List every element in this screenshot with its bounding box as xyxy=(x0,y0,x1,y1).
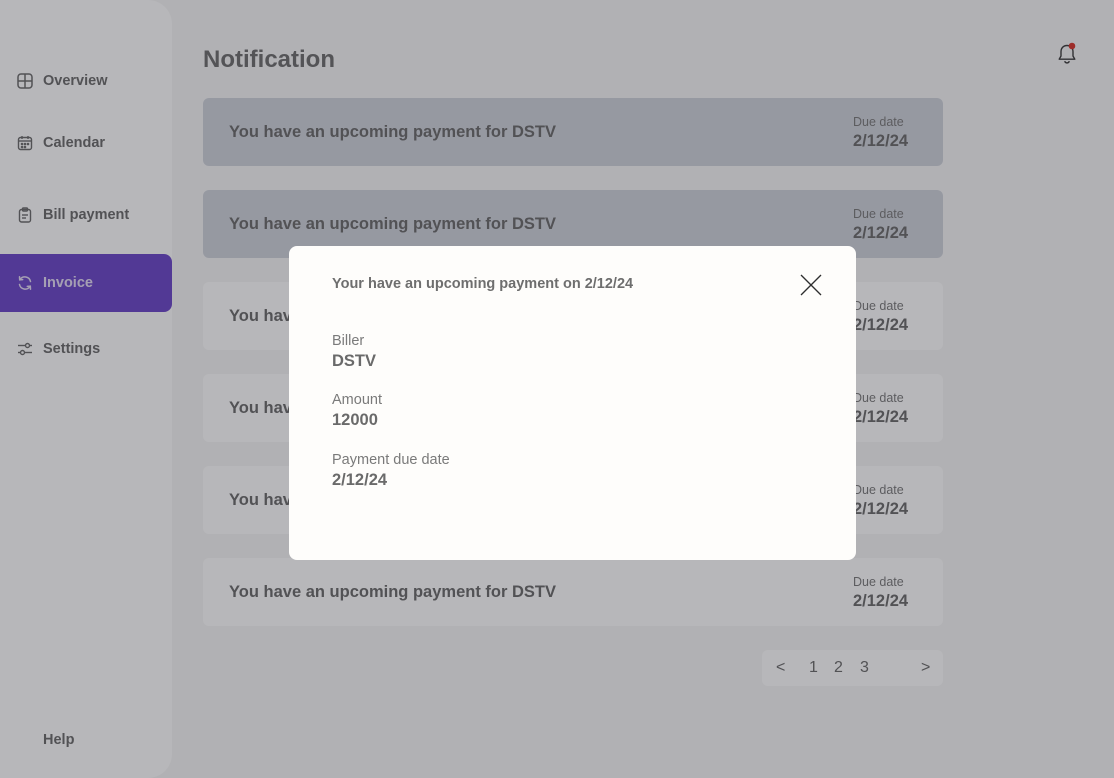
biller-label: Biller xyxy=(332,333,365,349)
modal-title: Your have an upcoming payment on 2/12/24 xyxy=(332,276,634,292)
payment-due-date-field: Payment due date 2/12/24 xyxy=(332,452,450,490)
amount-label: Amount xyxy=(332,392,382,408)
payment-due-date-value: 2/12/24 xyxy=(332,471,388,489)
payment-due-date-label: Payment due date xyxy=(332,452,450,468)
amount-value: 12000 xyxy=(332,411,378,429)
payment-detail-modal: Your have an upcoming payment on 2/12/24… xyxy=(289,246,856,560)
biller-field: Biller DSTV xyxy=(332,333,376,371)
app-root: Overview Calendar Bill payment Invoice S… xyxy=(0,0,1114,778)
biller-value: DSTV xyxy=(332,352,377,370)
amount-field: Amount 12000 xyxy=(332,392,382,430)
close-button[interactable] xyxy=(799,273,823,297)
close-icon xyxy=(800,274,822,296)
